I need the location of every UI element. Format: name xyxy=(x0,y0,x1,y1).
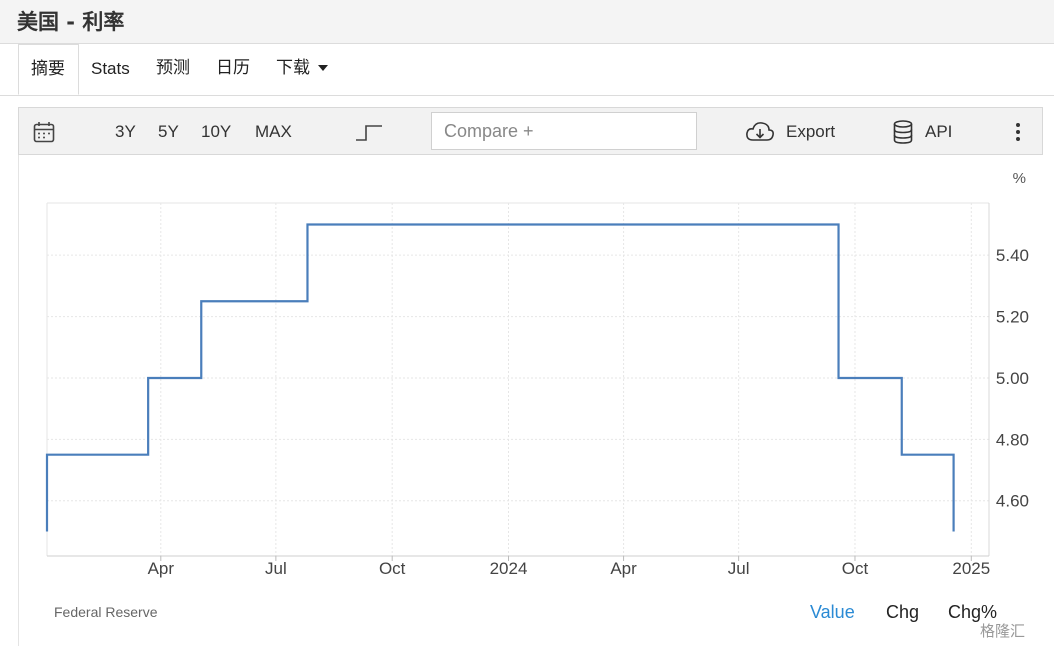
range-10y-button[interactable]: 10Y xyxy=(201,108,231,156)
database-icon[interactable] xyxy=(893,120,913,144)
value-tab[interactable]: Value xyxy=(810,602,855,623)
chg-tab[interactable]: Chg xyxy=(886,602,919,623)
step-line-icon[interactable] xyxy=(355,121,383,143)
tab-download-label: 下载 xyxy=(276,58,310,78)
export-button[interactable]: Export xyxy=(786,108,835,156)
compare-input[interactable]: Compare + xyxy=(431,112,697,150)
chevron-down-icon xyxy=(318,65,328,71)
cloud-download-icon[interactable] xyxy=(745,120,775,144)
chart-panel xyxy=(18,155,1043,646)
api-button[interactable]: API xyxy=(925,108,952,156)
tab-calendar[interactable]: 日历 xyxy=(216,44,250,95)
page-title: 美国 - 利率 xyxy=(17,10,125,34)
tab-stats-label: Stats xyxy=(91,59,130,78)
tab-bar: 摘要 Stats 预测 日历 下载 xyxy=(0,44,1054,96)
range-max-button[interactable]: MAX xyxy=(255,108,292,156)
title-bar: 美国 - 利率 xyxy=(0,0,1054,44)
tab-summary[interactable]: 摘要 xyxy=(18,44,79,95)
tab-calendar-label: 日历 xyxy=(216,58,250,78)
range-5y-button[interactable]: 5Y xyxy=(158,108,179,156)
chart-toolbar: 3Y 5Y 10Y MAX Compare + Export API xyxy=(18,107,1043,155)
tab-forecast[interactable]: 预测 xyxy=(156,44,190,95)
tab-download[interactable]: 下载 xyxy=(276,44,328,95)
tab-forecast-label: 预测 xyxy=(156,58,190,78)
calendar-icon[interactable] xyxy=(33,121,55,143)
source-label: Federal Reserve xyxy=(54,604,158,620)
watermark-logo: 格隆汇 xyxy=(980,623,1026,640)
more-vertical-icon[interactable] xyxy=(1015,122,1021,142)
range-3y-button[interactable]: 3Y xyxy=(115,108,136,156)
tab-summary-label: 摘要 xyxy=(31,59,65,79)
tab-stats[interactable]: Stats xyxy=(91,44,130,95)
